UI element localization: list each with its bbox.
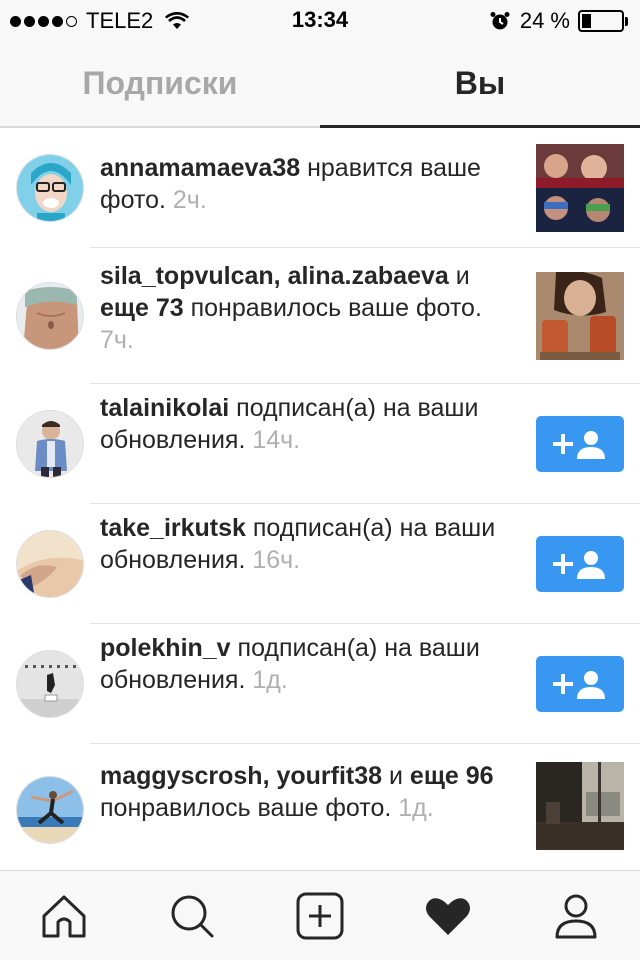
notification-text: take_irkutsk подписан(а) на ваши обновле… [100, 514, 496, 574]
home-icon [42, 895, 86, 937]
alarm-clock-icon [490, 12, 510, 30]
heart-icon [426, 897, 470, 935]
add-user-icon [553, 671, 605, 699]
avatar[interactable] [16, 154, 84, 222]
username[interactable]: maggyscrosh [100, 762, 263, 790]
add-user-icon [553, 551, 605, 579]
nav-search[interactable] [152, 881, 232, 951]
post-thumbnail[interactable] [536, 272, 624, 360]
timestamp: 16ч. [252, 546, 301, 574]
username[interactable]: sila_topvulcan [100, 262, 274, 290]
nav-profile[interactable] [536, 881, 616, 951]
notification-item[interactable]: polekhin_v подписан(а) на ваши обновлени… [0, 624, 640, 744]
notification-text: maggyscrosh, yourfit38 и еще 96 понравил… [100, 762, 494, 822]
bottom-navigation [0, 870, 640, 960]
nav-add-post[interactable] [280, 881, 360, 951]
battery-percent: 24 % [519, 8, 570, 33]
username[interactable]: talainikolai [100, 394, 229, 422]
avatar[interactable] [16, 282, 84, 350]
add-user-icon [553, 431, 605, 459]
battery-icon [578, 10, 624, 32]
avatar[interactable] [16, 776, 84, 844]
status-bar: TELE2 13:34 24 % [0, 0, 640, 40]
add-post-icon [296, 892, 344, 939]
more-users[interactable]: еще 96 [410, 762, 494, 790]
nav-activity[interactable] [408, 881, 488, 951]
avatar[interactable] [16, 410, 84, 478]
follow-button[interactable] [536, 536, 624, 592]
tab-following[interactable]: Подписки [0, 40, 320, 126]
follow-button[interactable] [536, 416, 624, 472]
username[interactable]: polekhin_v [100, 634, 231, 662]
notification-item[interactable]: annamamaeva38 нравится ваше фото. 2ч. [0, 130, 640, 248]
avatar[interactable] [16, 650, 84, 718]
username[interactable]: annamamaeva38 [100, 154, 300, 182]
username[interactable]: take_irkutsk [100, 514, 246, 542]
nav-home[interactable] [24, 881, 104, 951]
timestamp: 2ч. [172, 186, 207, 214]
follow-button[interactable] [536, 656, 624, 712]
notification-text: annamamaeva38 нравится ваше фото. 2ч. [100, 154, 481, 214]
more-users[interactable]: еще 73 [100, 294, 184, 322]
timestamp: 7ч. [100, 326, 134, 354]
post-thumbnail[interactable] [536, 144, 624, 232]
timestamp: 14ч. [252, 426, 301, 454]
notification-text: polekhin_v подписан(а) на ваши обновлени… [100, 634, 480, 694]
username[interactable]: alina.zabaeva [288, 262, 449, 290]
notification-text: talainikolai подписан(а) на ваши обновле… [100, 394, 479, 454]
timestamp: 1д. [252, 666, 288, 694]
avatar[interactable] [16, 530, 84, 598]
timestamp: 1д. [398, 794, 434, 822]
notification-item[interactable]: take_irkutsk подписан(а) на ваши обновле… [0, 504, 640, 624]
post-thumbnail[interactable] [536, 762, 624, 850]
notification-text: sila_topvulcan, alina.zabaeva и еще 73 п… [100, 262, 482, 354]
profile-icon [555, 894, 597, 938]
notifications-list: annamamaeva38 нравится ваше фото. 2ч. si… [0, 130, 640, 870]
notification-item[interactable]: maggyscrosh, yourfit38 и еще 96 понравил… [0, 744, 640, 870]
activity-tabs: Подписки Вы [0, 40, 640, 128]
search-icon [171, 895, 214, 937]
username[interactable]: yourfit38 [276, 762, 382, 790]
notification-item[interactable]: sila_topvulcan, alina.zabaeva и еще 73 п… [0, 248, 640, 384]
tab-you[interactable]: Вы [320, 40, 640, 128]
notification-item[interactable]: talainikolai подписан(а) на ваши обновле… [0, 384, 640, 504]
